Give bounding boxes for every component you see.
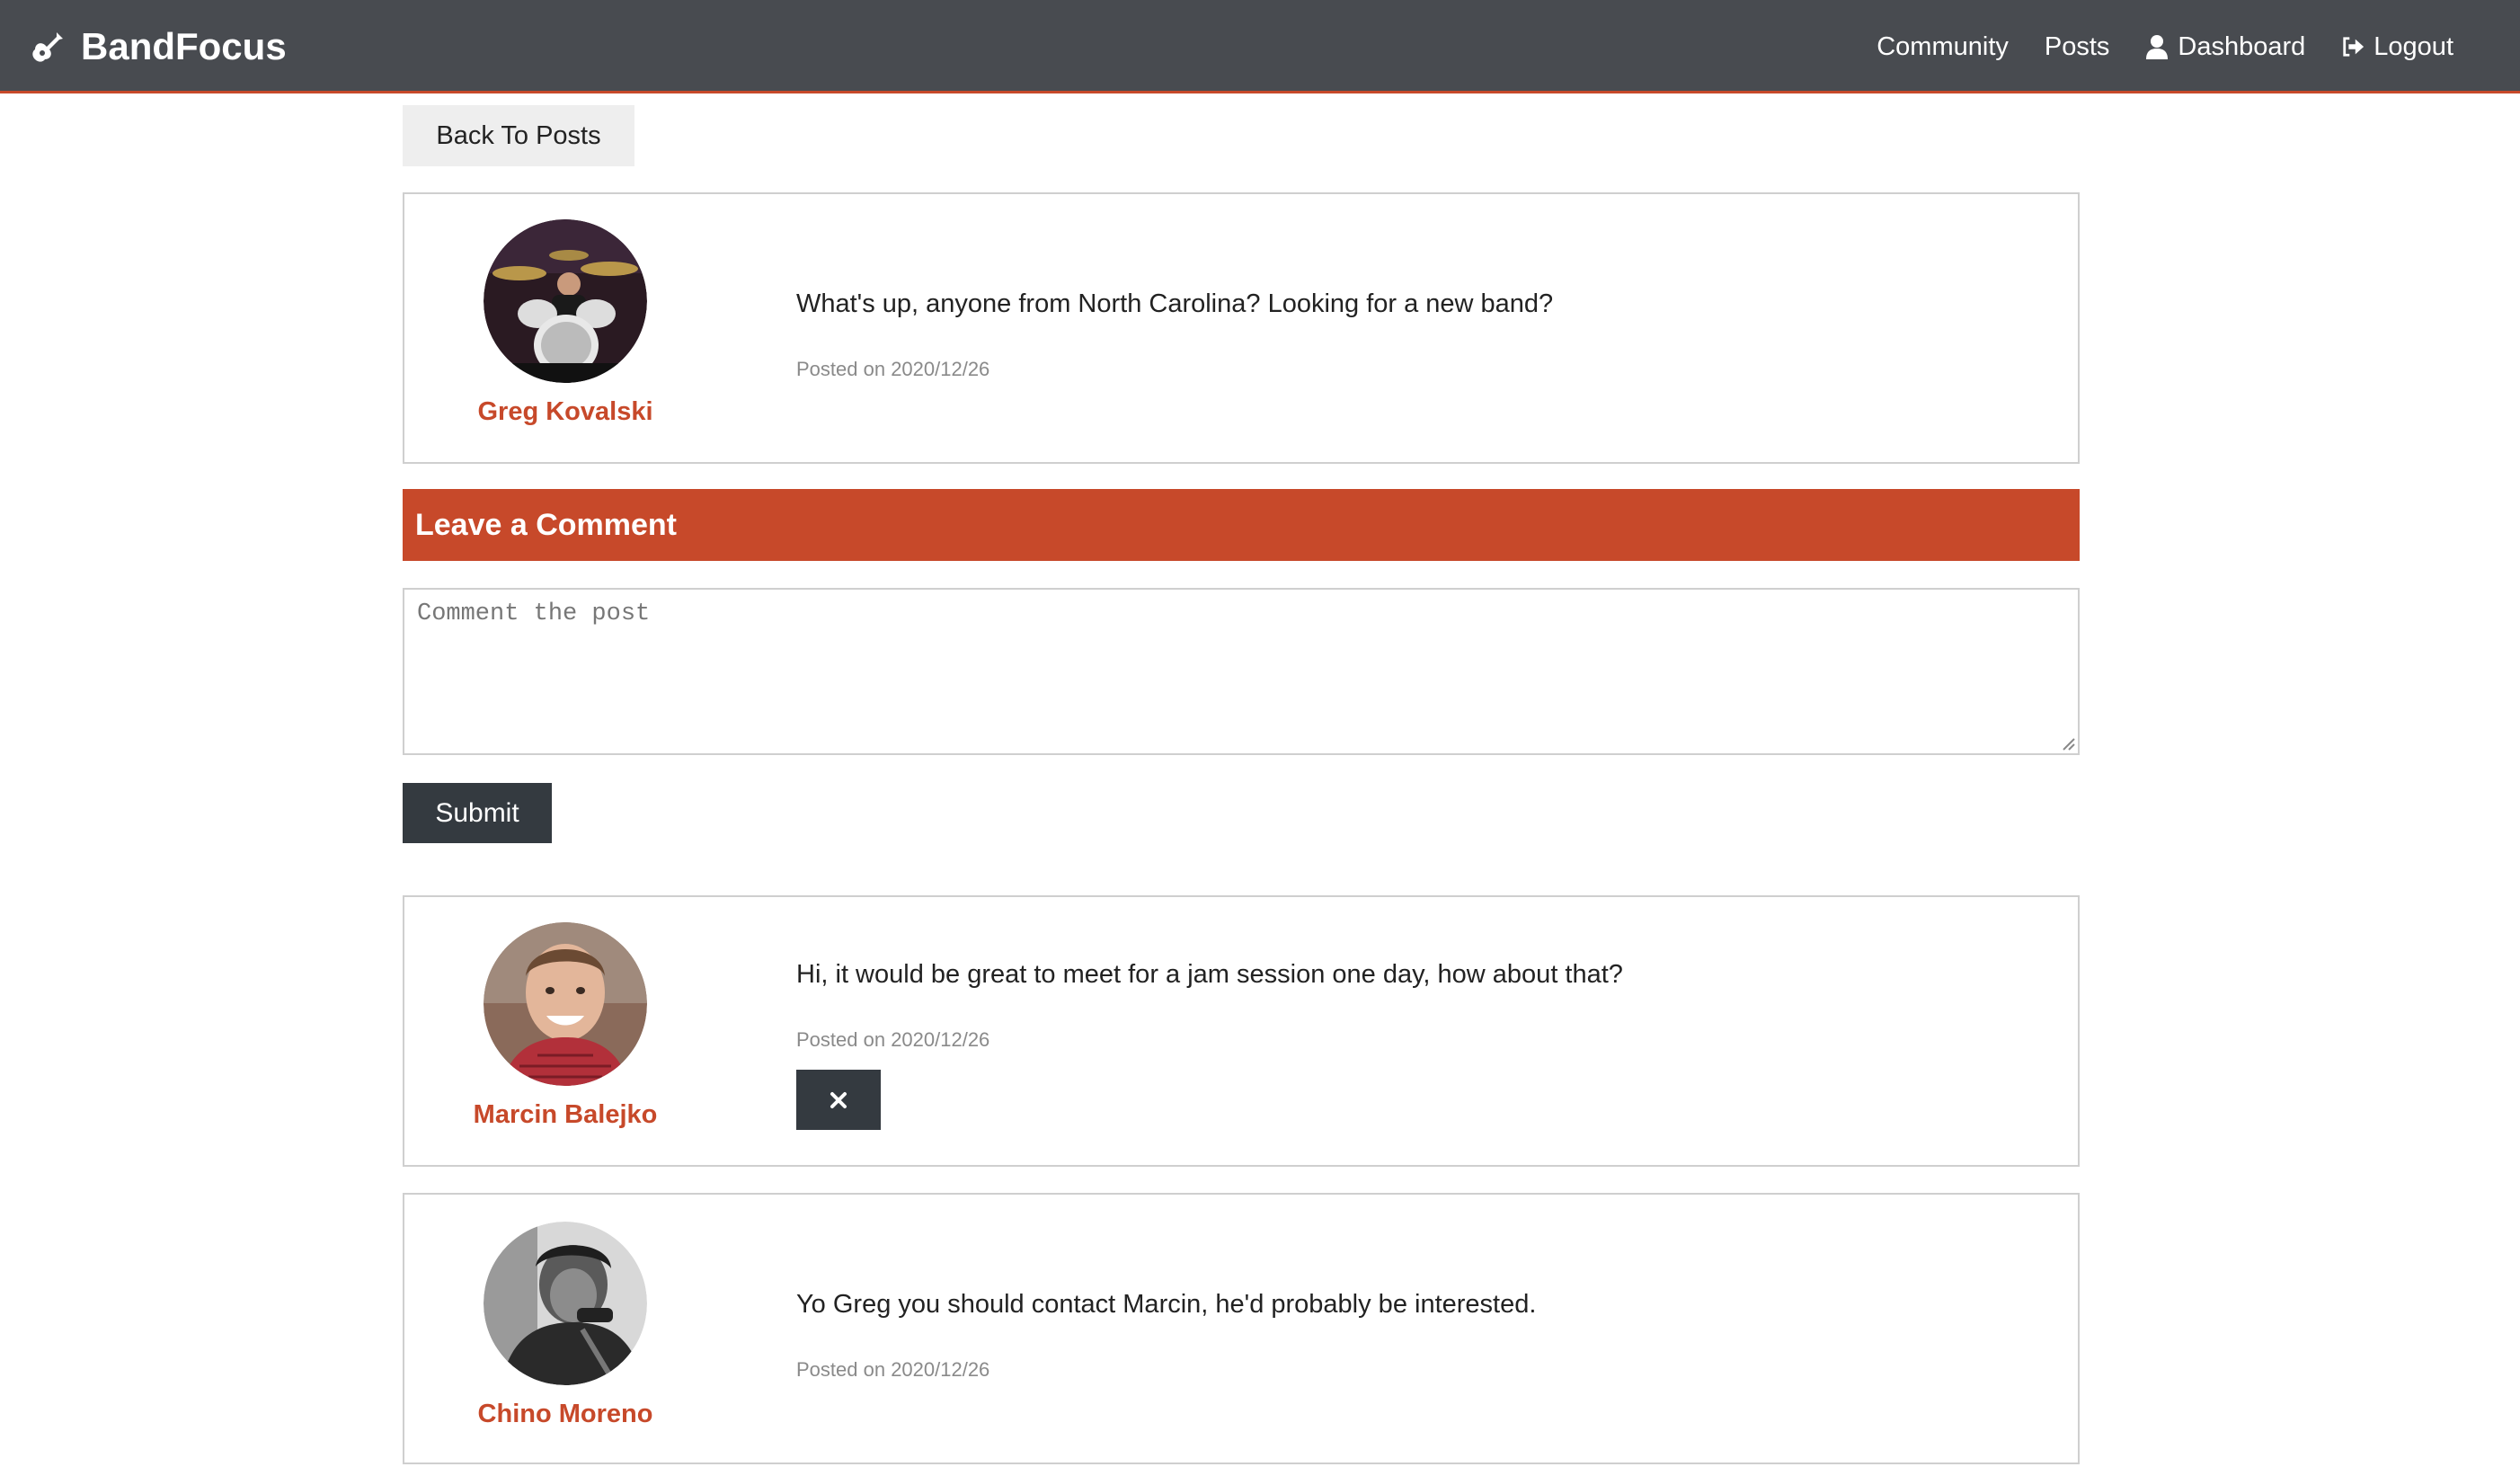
user-icon (2146, 35, 2169, 59)
avatar (484, 922, 647, 1086)
nav-link-posts[interactable]: Posts (2045, 32, 2110, 62)
submit-button[interactable]: Submit (403, 783, 552, 843)
comment-form-header: Leave a Comment (403, 489, 2080, 561)
comment-card: Marcin Balejko Hi, it would be great to … (403, 895, 2080, 1167)
comment-text: Yo Greg you should contact Marcin, he'd … (796, 1290, 1537, 1319)
author-block: Marcin Balejko (474, 922, 657, 1130)
author-name[interactable]: Marcin Balejko (430, 1100, 701, 1130)
brand-link[interactable]: BandFocus (29, 20, 287, 74)
author-block: Greg Kovalski (477, 219, 653, 427)
nav-links: Community Posts Dashboard Logout (1877, 20, 2453, 74)
resize-handle-icon[interactable] (2058, 734, 2076, 751)
post-text: What's up, anyone from North Carolina? L… (796, 289, 1554, 318)
nav-link-label: Logout (2374, 31, 2453, 61)
nav-link-community[interactable]: Community (1877, 32, 2009, 62)
comment-date: Posted on 2020/12/26 (796, 1358, 990, 1381)
comment-input[interactable] (403, 588, 2080, 755)
post-date: Posted on 2020/12/26 (796, 358, 990, 380)
author-block: Chino Moreno (478, 1222, 652, 1429)
nav-link-label: Posts (2044, 31, 2110, 61)
navbar: BandFocus Community Posts Dashboard Logo… (0, 0, 2520, 93)
post-card: Greg Kovalski What's up, anyone from Nor… (403, 192, 2080, 464)
avatar (484, 1222, 647, 1385)
author-name[interactable]: Greg Kovalski (430, 397, 701, 427)
comment-form-title: Leave a Comment (415, 507, 677, 542)
nav-link-label: Community (1877, 31, 2009, 61)
close-icon (830, 1091, 847, 1108)
comment-text: Hi, it would be great to meet for a jam … (796, 960, 1623, 989)
back-to-posts-button[interactable]: Back To Posts (403, 105, 634, 166)
comment-date: Posted on 2020/12/26 (796, 1028, 990, 1051)
brand-name: BandFocus (81, 25, 287, 67)
avatar (484, 219, 647, 383)
delete-comment-button[interactable] (796, 1070, 881, 1130)
author-name[interactable]: Chino Moreno (430, 1400, 701, 1429)
nav-link-logout[interactable]: Logout (2341, 32, 2453, 62)
comment-card: Chino Moreno Yo Greg you should contact … (403, 1193, 2080, 1464)
nav-link-label: Dashboard (2178, 31, 2306, 61)
nav-link-dashboard[interactable]: Dashboard (2145, 32, 2305, 62)
logout-icon (2343, 37, 2365, 57)
guitar-icon (32, 32, 63, 62)
